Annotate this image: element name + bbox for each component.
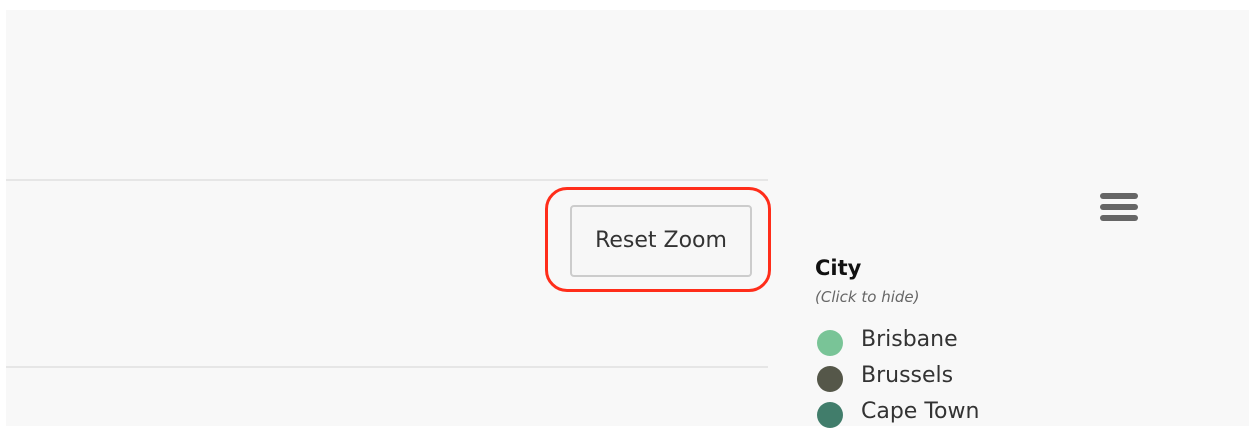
chart-gridline (6, 366, 768, 368)
legend-item-label: Brussels (861, 363, 954, 388)
legend-subtitle: (Click to hide) (815, 288, 920, 306)
legend-dot-icon (817, 402, 843, 428)
legend: City (Click to hide) Brisbane Brussels C… (815, 254, 1235, 428)
menu-bar (1100, 204, 1138, 210)
menu-bar (1100, 215, 1138, 221)
legend-dot-icon (817, 330, 843, 356)
menu-bar (1100, 193, 1138, 199)
legend-title: City (815, 256, 862, 280)
chart-gridline (6, 179, 768, 181)
legend-dot-icon (817, 366, 843, 392)
legend-item-label: Brisbane (861, 327, 958, 352)
legend-item-label: Cape Town (861, 399, 980, 424)
reset-zoom-button[interactable]: Reset Zoom (570, 205, 752, 277)
chart-menu-button[interactable] (1097, 190, 1141, 226)
